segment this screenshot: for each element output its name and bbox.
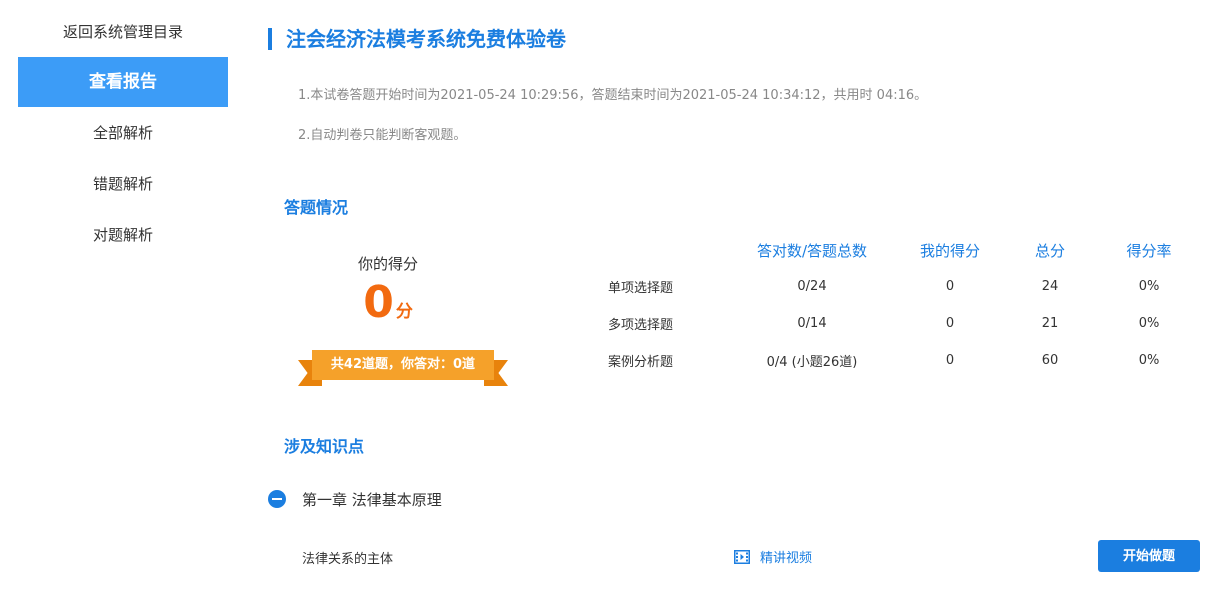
knowledge-point-row: 法律关系的主体 精讲视频 开始做题 bbox=[302, 540, 1200, 574]
score-value: 0 bbox=[363, 277, 394, 328]
film-icon bbox=[734, 549, 750, 564]
chapter-label[interactable]: 第一章 法律基本原理 bbox=[302, 489, 442, 510]
sidebar-item-correct-analysis[interactable]: 对题解析 bbox=[18, 210, 228, 260]
knowledge-point-label: 法律关系的主体 bbox=[302, 552, 394, 567]
sidebar-item-wrong-analysis[interactable]: 错题解析 bbox=[18, 159, 228, 209]
row-type: 单项选择题 bbox=[608, 281, 674, 296]
row-my-score: 0 bbox=[945, 316, 955, 331]
sidebar-item-back-to-catalog[interactable]: 返回系统管理目录 bbox=[18, 8, 228, 56]
table-row: 案例分析题 0/4 (小题26道) 0 60 0% bbox=[608, 342, 1190, 379]
row-type: 多项选择题 bbox=[608, 318, 674, 333]
score-label: 你的得分 bbox=[357, 255, 418, 273]
table-row: 单项选择题 0/24 0 24 0% bbox=[608, 268, 1190, 305]
table-header-rate: 得分率 bbox=[1126, 241, 1172, 260]
row-type: 案例分析题 bbox=[608, 355, 674, 370]
row-total: 60 bbox=[1041, 353, 1059, 368]
row-rate: 0% bbox=[1138, 353, 1160, 368]
video-lecture-label: 精讲视频 bbox=[760, 551, 813, 566]
exam-time-note: 1.本试卷答题开始时间为2021-05-24 10:29:56，答题结束时间为2… bbox=[298, 88, 928, 103]
table-row: 多项选择题 0/14 0 21 0% bbox=[608, 305, 1190, 342]
page-title: 注会经济法模考系统免费体验卷 bbox=[268, 28, 566, 50]
row-total: 24 bbox=[1041, 279, 1059, 294]
table-header-total: 总分 bbox=[1034, 241, 1065, 260]
score-value-container: 0分 bbox=[290, 278, 486, 337]
chapter-row: 第一章 法律基本原理 bbox=[268, 488, 442, 510]
row-my-score: 0 bbox=[945, 353, 955, 368]
row-rate: 0% bbox=[1138, 316, 1160, 331]
table-header-blank bbox=[608, 232, 716, 268]
sidebar-item-view-report[interactable]: 查看报告 bbox=[18, 57, 228, 107]
row-my-score: 0 bbox=[945, 279, 955, 294]
sidebar: 返回系统管理目录 查看报告 全部解析 错题解析 对题解析 bbox=[18, 8, 228, 261]
table-header-row: 答对数/答题总数 我的得分 总分 得分率 bbox=[608, 232, 1190, 268]
sidebar-item-all-analysis[interactable]: 全部解析 bbox=[18, 108, 228, 158]
answer-section-title: 答题情况 bbox=[284, 198, 349, 217]
row-rate: 0% bbox=[1138, 279, 1160, 294]
knowledge-section-title: 涉及知识点 bbox=[284, 437, 365, 456]
ribbon-text: 共42道题，你答对：0道 bbox=[312, 350, 494, 380]
results-table: 答对数/答题总数 我的得分 总分 得分率 单项选择题 0/24 0 24 0% … bbox=[608, 232, 1190, 379]
table-header-correct: 答对数/答题总数 bbox=[756, 241, 868, 260]
start-practice-button[interactable]: 开始做题 bbox=[1098, 540, 1200, 572]
row-correct: 0/4 (小题26道) bbox=[766, 355, 858, 370]
score-block: 你的得分 0分 共42道题，你答对：0道 bbox=[290, 253, 508, 386]
auto-grading-note: 2.自动判卷只能判断客观题。 bbox=[298, 128, 467, 143]
table-header-my-score: 我的得分 bbox=[919, 241, 980, 260]
row-correct: 0/14 bbox=[797, 316, 827, 331]
collapse-minus-icon[interactable] bbox=[268, 490, 286, 508]
row-correct: 0/24 bbox=[797, 279, 827, 294]
row-total: 21 bbox=[1041, 316, 1059, 331]
video-lecture-link[interactable]: 精讲视频 bbox=[734, 547, 812, 566]
score-unit: 分 bbox=[395, 302, 413, 322]
summary-ribbon: 共42道题，你答对：0道 bbox=[298, 350, 508, 390]
